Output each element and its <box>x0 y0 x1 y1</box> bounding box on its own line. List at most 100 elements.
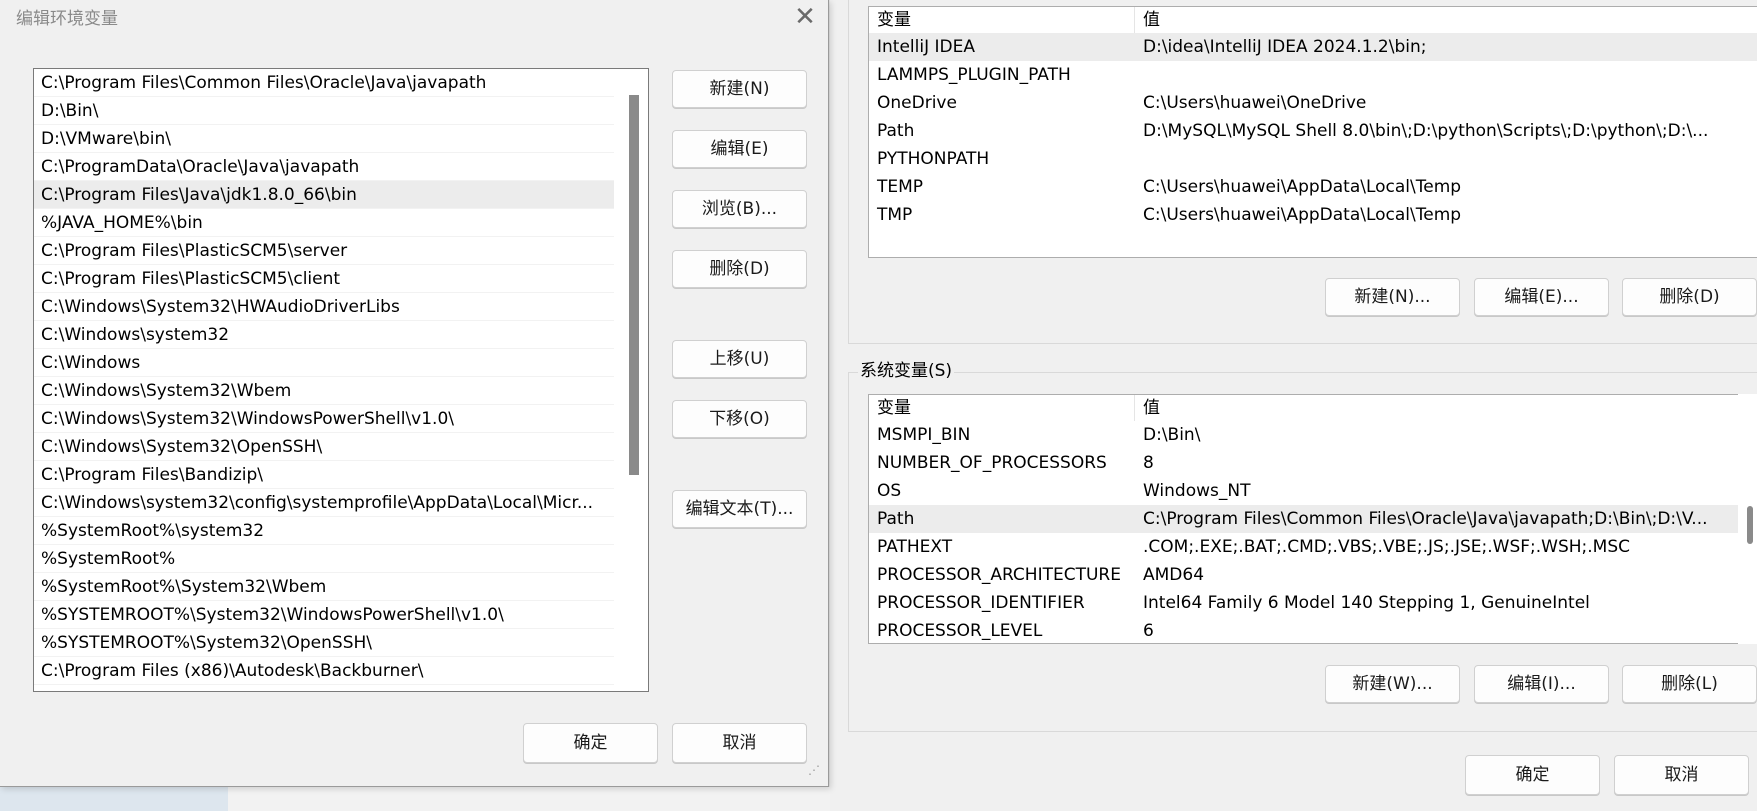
system-delete-button[interactable]: 删除(L) <box>1622 665 1757 703</box>
variable-value: AMD64 <box>1143 565 1205 585</box>
column-header-variable[interactable]: 变量 <box>869 395 1135 421</box>
path-list-scrollbar[interactable] <box>625 69 647 689</box>
path-entries-list[interactable]: C:\Program Files\Common Files\Oracle\Jav… <box>33 68 649 692</box>
path-entry[interactable]: C:\Program Files\PlasticSCM5\server <box>34 237 614 265</box>
variable-value: D:\Bin\ <box>1143 425 1201 445</box>
move-up-button[interactable]: 上移(U) <box>672 340 807 378</box>
path-entry[interactable]: C:\Windows <box>34 349 614 377</box>
system-vars-list[interactable]: 变量 值 MSMPI_BIN D:\Bin\ NUMBER_OF_PROCESSOR… <box>868 394 1757 644</box>
path-entry[interactable]: %JAVA_HOME%\bin <box>34 209 614 237</box>
user-delete-button[interactable]: 删除(D) <box>1622 278 1757 316</box>
user-vars-list[interactable]: 变量 值 IntelliJ IDEA D:\idea\IntelliJ IDEA … <box>868 6 1757 258</box>
close-icon[interactable]: ✕ <box>790 2 820 32</box>
desktop-screen: 系统变量(S) 变量 值 IntelliJ IDEA D:\idea\Intell… <box>0 0 1757 811</box>
cancel-button[interactable]: 取消 <box>672 723 807 763</box>
browse-button[interactable]: 浏览(B)... <box>672 190 807 228</box>
edit-env-variable-dialog: 编辑环境变量 ✕ C:\Program Files\Common Files\O… <box>0 0 829 787</box>
variable-value: 6 <box>1143 621 1154 641</box>
path-entry[interactable]: D:\VMware\bin\ <box>34 125 614 153</box>
path-entry[interactable]: %SYSTEMROOT%\System32\OpenSSH\ <box>34 629 614 657</box>
variable-name: PROCESSOR_LEVEL <box>877 621 1043 641</box>
path-entry[interactable]: C:\Program Files (x86)\Autodesk\Backburn… <box>34 657 614 685</box>
variable-value: C:\Program Files\Common Files\Oracle\Jav… <box>1143 509 1708 529</box>
variable-value: D:\MySQL\MySQL Shell 8.0\bin\;D:\python\… <box>1143 121 1709 141</box>
column-header-value[interactable]: 值 <box>1135 7 1160 33</box>
variable-name: LAMMPS_PLUGIN_PATH <box>877 65 1071 85</box>
path-entry[interactable]: C:\Program Files\Java\jdk1.8.0_66\bin <box>34 181 614 209</box>
variable-name: PYTHONPATH <box>877 149 990 169</box>
system-vars-scrollbar[interactable] <box>1738 394 1757 644</box>
path-entry[interactable]: C:\ProgramData\Oracle\Java\javapath <box>34 153 614 181</box>
variable-value: .COM;.EXE;.BAT;.CMD;.VBS;.VBE;.JS;.JSE;.… <box>1143 537 1631 557</box>
system-vars-group-title: 系统变量(S) <box>858 356 955 381</box>
variable-row[interactable]: MSMPI_BIN D:\Bin\ <box>869 421 1757 449</box>
variable-row[interactable]: PATHEXT .COM;.EXE;.BAT;.CMD;.VBS;.VBE;.JS… <box>869 533 1757 561</box>
path-entry[interactable]: C:\Windows\System32\WindowsPowerShell\v1… <box>34 405 614 433</box>
variable-value: C:\Users\huawei\AppData\Local\Temp <box>1143 205 1462 225</box>
variable-row[interactable]: PYTHONPATH <box>869 145 1757 173</box>
variable-value: D:\idea\IntelliJ IDEA 2024.1.2\bin; <box>1143 37 1427 57</box>
scrollbar-thumb[interactable] <box>629 95 639 475</box>
path-entry[interactable]: C:\Program Files\PlasticSCM5\client <box>34 265 614 293</box>
column-header-variable[interactable]: 变量 <box>869 7 1135 33</box>
background-strip <box>0 787 830 811</box>
path-entry[interactable]: C:\Windows\system32 <box>34 321 614 349</box>
path-entry[interactable]: %SystemRoot% <box>34 545 614 573</box>
user-new-button[interactable]: 新建(N)... <box>1325 278 1460 316</box>
path-entry[interactable]: D:\Bin\ <box>34 97 614 125</box>
path-entry[interactable]: C:\Program Files\Bandizip\ <box>34 461 614 489</box>
resize-grip-icon[interactable]: ⋰ <box>808 764 824 782</box>
edit-button[interactable]: 编辑(E) <box>672 130 807 168</box>
path-entry[interactable]: C:\Windows\System32\Wbem <box>34 377 614 405</box>
background-strip-segment <box>228 787 830 811</box>
variable-value: Windows_NT <box>1143 481 1251 501</box>
variable-name: PROCESSOR_ARCHITECTURE <box>877 565 1121 585</box>
column-header-value[interactable]: 值 <box>1135 395 1160 421</box>
path-entry[interactable]: C:\Program Files\Common Files\Oracle\Jav… <box>34 69 614 97</box>
variable-row[interactable]: IntelliJ IDEA D:\idea\IntelliJ IDEA 2024.… <box>869 33 1757 61</box>
system-vars-header: 变量 值 <box>869 395 1757 421</box>
variable-value: C:\Users\huawei\AppData\Local\Temp <box>1143 177 1462 197</box>
new-button[interactable]: 新建(N) <box>672 70 807 108</box>
variable-row[interactable]: LAMMPS_PLUGIN_PATH <box>869 61 1757 89</box>
variable-row[interactable]: TEMP C:\Users\huawei\AppData\Local\Temp <box>869 173 1757 201</box>
env-cancel-button[interactable]: 取消 <box>1614 755 1749 795</box>
variable-row[interactable]: Path C:\Program Files\Common Files\Oracle… <box>869 505 1757 533</box>
user-vars-header: 变量 值 <box>869 7 1757 33</box>
path-entry[interactable]: %SYSTEMROOT%\System32\WindowsPowerShell\… <box>34 601 614 629</box>
variable-value: Intel64 Family 6 Model 140 Stepping 1, G… <box>1143 593 1590 613</box>
variable-row[interactable]: NUMBER_OF_PROCESSORS 8 <box>869 449 1757 477</box>
path-entry[interactable]: %SystemRoot%\system32 <box>34 517 614 545</box>
variable-name: IntelliJ IDEA <box>877 37 975 57</box>
variable-name: Path <box>877 121 915 141</box>
variable-row[interactable]: PROCESSOR_LEVEL 6 <box>869 617 1757 643</box>
env-ok-button[interactable]: 确定 <box>1465 755 1600 795</box>
path-entry[interactable]: C:\Windows\System32\HWAudioDriverLibs <box>34 293 614 321</box>
variable-name: PATHEXT <box>877 537 953 557</box>
variable-row[interactable]: PROCESSOR_ARCHITECTURE AMD64 <box>869 561 1757 589</box>
ok-button[interactable]: 确定 <box>523 723 658 763</box>
variable-value: 8 <box>1143 453 1154 473</box>
variable-row[interactable]: OneDrive C:\Users\huawei\OneDrive <box>869 89 1757 117</box>
variable-row[interactable]: OS Windows_NT <box>869 477 1757 505</box>
dialog-title: 编辑环境变量 <box>16 9 118 29</box>
variable-row[interactable]: PROCESSOR_IDENTIFIER Intel64 Family 6 Mod… <box>869 589 1757 617</box>
path-entry[interactable]: %SystemRoot%\System32\Wbem <box>34 573 614 601</box>
system-edit-button[interactable]: 编辑(I)... <box>1474 665 1609 703</box>
variable-name: Path <box>877 509 915 529</box>
user-edit-button[interactable]: 编辑(E)... <box>1474 278 1609 316</box>
path-entry[interactable]: C:\Windows\System32\OpenSSH\ <box>34 433 614 461</box>
variable-name: PROCESSOR_IDENTIFIER <box>877 593 1085 613</box>
variable-name: OneDrive <box>877 93 957 113</box>
delete-button[interactable]: 删除(D) <box>672 250 807 288</box>
variable-name: MSMPI_BIN <box>877 425 971 445</box>
variable-name: TEMP <box>877 177 924 197</box>
edit-text-button[interactable]: 编辑文本(T)... <box>672 490 807 528</box>
scrollbar-thumb[interactable] <box>1747 506 1753 544</box>
variable-row[interactable]: TMP C:\Users\huawei\AppData\Local\Temp <box>869 201 1757 229</box>
variable-name: NUMBER_OF_PROCESSORS <box>877 453 1107 473</box>
variable-row[interactable]: Path D:\MySQL\MySQL Shell 8.0\bin\;D:\pyt… <box>869 117 1757 145</box>
path-entry[interactable]: C:\Windows\system32\config\systemprofile… <box>34 489 614 517</box>
move-down-button[interactable]: 下移(O) <box>672 400 807 438</box>
system-new-button[interactable]: 新建(W)... <box>1325 665 1460 703</box>
